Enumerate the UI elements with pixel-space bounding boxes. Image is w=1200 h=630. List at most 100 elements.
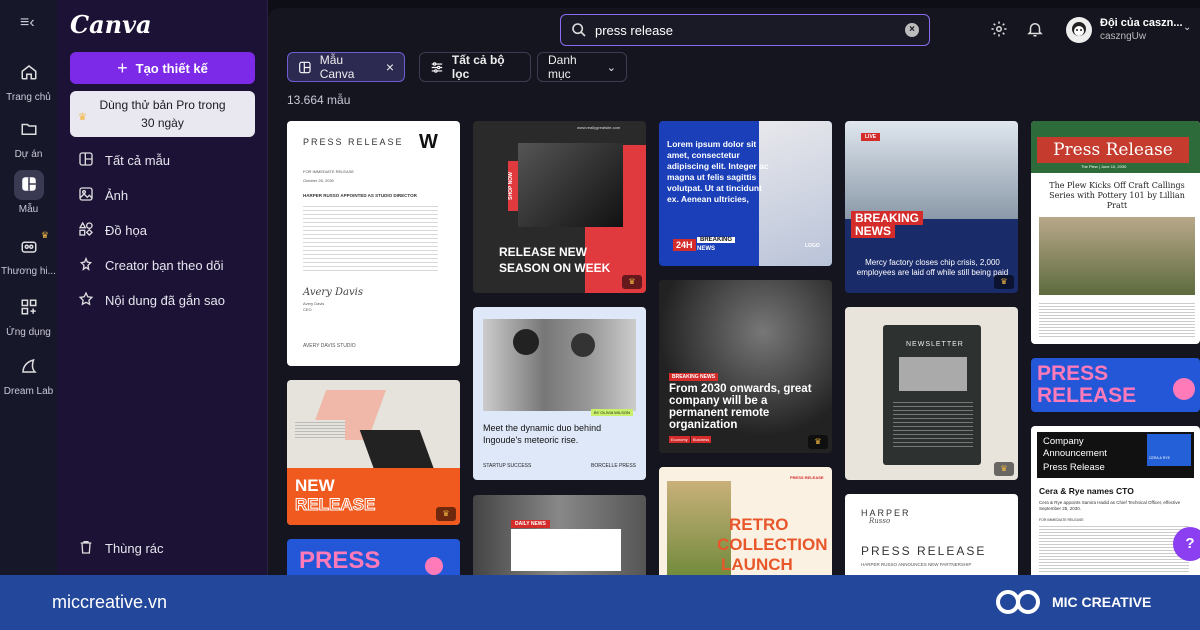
nav-all-templates[interactable]: Tất cả mẫu: [77, 149, 257, 171]
rail-item-dreamlab[interactable]: Dream Lab: [0, 352, 57, 397]
create-design-button[interactable]: + Tạo thiết kế: [70, 52, 255, 84]
avatar[interactable]: [1066, 17, 1092, 43]
nav-graphics[interactable]: Đồ họa: [77, 219, 257, 241]
templates-icon: [13, 170, 44, 200]
template-card[interactable]: NEW RELEASE ♛: [287, 380, 460, 525]
template-card[interactable]: NEWSLETTER ♛: [845, 307, 1018, 480]
template-card[interactable]: PRESS RELEASE W FOR IMMEDIATE RELEASE Oc…: [287, 121, 460, 366]
chevron-down-icon: ⌄: [606, 61, 616, 74]
rail-item-brand[interactable]: ♛ Thương hi...: [0, 230, 57, 277]
left-rail: ≡‹ Trang chủ Dự án Mẫu ♛ Thương hi... Ứn…: [0, 0, 57, 575]
photo-placeholder: [518, 143, 623, 227]
rail-item-templates[interactable]: Mẫu: [0, 170, 57, 215]
clear-search-icon[interactable]: ×: [905, 23, 919, 37]
photo-placeholder: [1039, 217, 1195, 295]
template-logo: LOGO: [805, 243, 820, 249]
template-tag: BREAKING NEWS: [669, 373, 719, 381]
home-icon: [14, 58, 44, 88]
body-lines: [1039, 301, 1195, 339]
canva-logo[interactable]: Canva: [70, 10, 152, 39]
search-input[interactable]: press release: [595, 23, 897, 38]
star-icon: [77, 290, 95, 310]
template-line1: NEW: [295, 476, 335, 495]
notification-bell-icon[interactable]: [1026, 20, 1044, 43]
template-line2: RELEASE: [1037, 384, 1137, 407]
template-h2: Announcement: [1043, 448, 1107, 459]
chip-label: Mẫu Canva: [319, 53, 355, 81]
rail-label: Dream Lab: [3, 386, 54, 397]
template-line2: NEWS: [851, 224, 895, 238]
template-headline: The Plew Kicks Off Craft Callings Series…: [1049, 181, 1185, 210]
template-headline: From 2030 onwards, great company will be…: [669, 383, 812, 431]
template-text: Lorem ipsum dolor sit amet, consectetur …: [667, 139, 769, 204]
nav-photos[interactable]: Ảnh: [77, 184, 257, 206]
body-lines: [511, 529, 621, 571]
person-shape: [571, 333, 595, 357]
apps-icon: [14, 293, 44, 323]
rail-label: Ứng dụng: [6, 327, 51, 338]
body-lines: [1039, 524, 1189, 574]
template-line1: RETRO: [729, 515, 789, 534]
pro-trial-label: Dùng thử bản Pro trong 30 ngày: [99, 98, 226, 130]
chip-label: Danh mục: [548, 53, 577, 81]
help-button[interactable]: ?: [1173, 527, 1200, 561]
template-line1: BREAKING: [851, 211, 924, 225]
template-line1: PRESS: [299, 547, 381, 574]
template-line3: LAUNCH: [721, 555, 793, 574]
rail-item-projects[interactable]: Dự án: [0, 115, 57, 160]
result-count: 13.664 mẫu: [287, 93, 351, 107]
nav-followed-creators[interactable]: Creator bạn theo dõi: [77, 254, 257, 276]
rail-item-apps[interactable]: Ứng dụng: [0, 293, 57, 338]
template-card[interactable]: Lorem ipsum dolor sit amet, consectetur …: [659, 121, 832, 266]
crown-icon: ♛: [994, 462, 1014, 476]
template-caption: Mercy factory closes chip crisis, 2,000 …: [856, 258, 1009, 277]
rail-label: Trang chủ: [6, 92, 51, 103]
template-footer-right: BORCELLE PRESS: [591, 463, 637, 469]
template-card[interactable]: www.reallygreatsite.com SHOP NOW RELEASE…: [473, 121, 646, 293]
template-card[interactable]: LIVE BREAKING NEWS Mercy factory closes …: [845, 121, 1018, 293]
rail-item-home[interactable]: Trang chủ: [0, 58, 57, 103]
crown-icon: ♛: [808, 435, 828, 449]
template-title: Press Release: [1037, 137, 1189, 163]
team-name[interactable]: Đội của caszn...: [1100, 17, 1183, 29]
template-card[interactable]: PRESS RELEASE: [1031, 358, 1200, 412]
team-username: caszngUw: [1100, 31, 1147, 42]
settings-gear-icon[interactable]: [990, 20, 1008, 43]
template-h1: Company: [1043, 436, 1084, 447]
sign-name: Avery Davis: [303, 301, 325, 306]
nav-label: Thùng rác: [105, 540, 164, 556]
template-line2: Ingoude's meteoric rise.: [483, 435, 579, 445]
filter-chip-all-filters[interactable]: Tất cả bộ lọc: [419, 52, 531, 82]
nav-label: Đồ họa: [105, 222, 147, 238]
close-icon[interactable]: ×: [386, 59, 394, 75]
template-card[interactable]: BREAKING NEWS From 2030 onwards, great c…: [659, 280, 832, 453]
template-line1: RELEASE NEW: [499, 245, 588, 259]
pro-trial-button[interactable]: ♛ Dùng thử bản Pro trong 30 ngày: [70, 91, 255, 137]
crown-icon: ♛: [994, 275, 1014, 289]
collapse-sidebar-icon[interactable]: ≡‹: [20, 14, 35, 32]
footer-site: miccreative.vn: [52, 592, 168, 612]
template-h3: Press Release: [1043, 462, 1105, 473]
brand-icon: [14, 232, 44, 262]
template-card[interactable]: PRESS RELEASE RETRO COLLECTION LAUNCH: [659, 467, 832, 575]
folder-icon: [14, 115, 44, 145]
nav-label: Creator bạn theo dõi: [105, 257, 224, 273]
filter-chip-canva-templates[interactable]: Mẫu Canva ×: [287, 52, 405, 82]
filter-chip-category[interactable]: Danh mục ⌄: [537, 52, 627, 82]
template-card[interactable]: BY OLIVIA WILSON Meet the dynamic duo be…: [473, 307, 646, 480]
search-box[interactable]: press release ×: [560, 14, 930, 46]
dreamlab-icon: [14, 352, 44, 382]
photo-placeholder: [899, 357, 967, 391]
nav-starred[interactable]: Nội dung đã gắn sao: [77, 289, 257, 311]
chevron-down-icon[interactable]: ⌄: [1183, 22, 1191, 33]
crown-icon: ♛: [78, 112, 87, 123]
template-card[interactable]: DAILY NEWS: [473, 495, 646, 575]
template-card[interactable]: HARPER Russo PRESS RELEASE HARPER RUSSO …: [845, 494, 1018, 575]
template-line2: COLLECTION: [717, 535, 828, 554]
nav-trash[interactable]: Thùng rác: [77, 537, 257, 559]
template-card[interactable]: Press Release The Plew | June 10, 2030 T…: [1031, 121, 1200, 344]
search-icon: [572, 23, 586, 37]
template-line1: Meet the dynamic duo behind: [483, 423, 602, 433]
rail-label: Thương hi...: [1, 266, 56, 277]
template-card[interactable]: PRESS: [287, 539, 460, 575]
